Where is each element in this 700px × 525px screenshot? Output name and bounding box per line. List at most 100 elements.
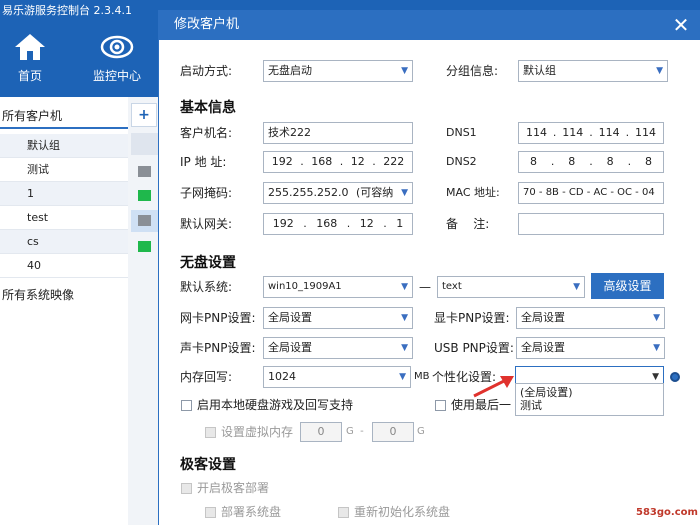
mem-writeback-value: 1024 [268,370,296,383]
pc-online-icon [138,190,151,201]
tree-all-images[interactable]: 所有系统映像 [0,283,128,307]
mac-input[interactable]: 70 - 8B - CD - AC - OC - 04 [518,182,664,204]
list-header [131,133,158,155]
virtual-mem-max-value: 0 [389,425,397,438]
tree-group-item[interactable]: test [0,206,128,230]
virtual-mem-checkbox[interactable] [205,427,216,438]
virtual-mem-max-input[interactable]: 0 [372,422,414,442]
subnet-select[interactable]: 255.255.252.0 (可容纳 ▼ [263,182,413,204]
boot-mode-label: 启动方式: [180,64,233,78]
local-disk-game-checkbox[interactable] [181,400,192,411]
gateway-label: 默认网关: [180,217,233,231]
eye-icon [100,35,134,59]
note-input[interactable] [518,213,664,235]
home-icon [15,34,45,60]
nav-monitor[interactable]: 监控中心 [88,32,146,90]
gpu-pnp-value: 全局设置 [521,311,565,324]
pc-offline-icon [138,215,151,226]
tree-group-item[interactable]: 默认组 [0,134,128,158]
note-label: 备 注: [446,217,490,231]
chevron-down-icon: ▼ [573,282,580,292]
mac-value: 70 - 8B - CD - AC - OC - 04 [523,187,655,198]
ip-input[interactable]: 192. 168. 12. 222 [263,151,413,173]
local-disk-game-label: 启用本地硬盘游戏及回写支持 [197,398,354,412]
ip-octet: 12 [359,217,374,230]
gateway-input[interactable]: 192. 168. 12. 1 [263,213,413,235]
gpu-pnp-select[interactable]: 全局设置 ▼ [516,307,665,329]
usb-pnp-select[interactable]: 全局设置 ▼ [516,337,665,359]
tree-group-item[interactable]: 1 [0,182,128,206]
dash-separator: — [419,280,431,294]
deploy-system-checkbox[interactable] [205,507,216,518]
system-extra-value: text [442,281,462,292]
group-select[interactable]: 默认组 ▼ [518,60,668,82]
enable-super-label: 开启极客部署 [197,481,270,495]
nic-pnp-label: 网卡PNP设置: [180,311,256,325]
ip-octet: 114 [598,126,620,139]
ip-dot: . [550,155,555,168]
virtual-mem-min-value: 0 [317,425,325,438]
tree-group-item[interactable]: 测试 [0,158,128,182]
group-value: 默认组 [523,64,556,77]
ip-dot: . [339,155,344,168]
nav-home[interactable]: 首页 [6,32,54,90]
client-name-input[interactable]: 技术222 [263,122,413,144]
ip-octet: 1 [396,217,404,230]
chevron-down-icon: ▼ [401,343,408,353]
audio-pnp-select[interactable]: 全局设置 ▼ [263,337,413,359]
ip-dot: . [625,126,630,139]
app-title: 易乐游服务控制台 2.3.4.1 [2,4,132,17]
ip-octet: 8 [644,155,652,168]
watermark: 583go.com [636,507,698,518]
subnet-suffix: (可容纳 [355,186,394,199]
ip-dot: . [303,217,307,230]
ip-dot: . [589,126,593,139]
ip-dot: . [383,217,387,230]
ip-dot: . [589,155,593,168]
tree-all-clients[interactable]: 所有客户机 [0,103,128,129]
nic-pnp-value: 全局设置 [268,311,312,324]
reinit-system-checkbox[interactable] [338,507,349,518]
pc-offline-icon [138,166,151,177]
dropdown-option[interactable]: 测试 [520,399,542,413]
use-last-checkbox[interactable] [435,400,446,411]
default-system-value: win10_1909A1 [268,281,342,292]
mem-writeback-select[interactable]: 1024 ▼ [263,366,411,388]
client-name-label: 客户机名: [180,126,233,140]
ip-octet: 8 [529,155,537,168]
use-last-label: 使用最后一 [451,398,512,412]
subnet-label: 子网掩码: [180,186,233,200]
info-dot-icon[interactable] [670,372,680,382]
dialog-title-bar: 修改客户机 [158,10,700,40]
advanced-settings-button[interactable]: 高级设置 [591,273,664,299]
subnet-value: 255.255.252.0 [268,186,349,199]
audio-pnp-value: 全局设置 [268,341,312,354]
virtual-mem-min-input[interactable]: 0 [300,422,342,442]
virtual-mem-sep: G - [346,426,364,437]
chevron-down-icon: ▼ [401,188,408,198]
chevron-down-icon: ▼ [401,282,408,292]
virtual-mem-label: 设置虚拟内存 [221,425,294,439]
ip-octet: 168 [316,217,338,230]
chevron-down-icon: ▼ [653,313,660,323]
system-extra-select[interactable]: text ▼ [437,276,585,298]
close-button[interactable]: ✕ [668,12,694,38]
dns1-input[interactable]: 114. 114. 114. 114 [518,122,664,144]
nav-monitor-label: 监控中心 [92,69,141,83]
ip-octet: 168 [311,155,333,168]
boot-mode-select[interactable]: 无盘启动 ▼ [263,60,413,82]
ip-octet: 192 [271,155,293,168]
tree-group-item[interactable]: 40 [0,254,128,278]
audio-pnp-label: 声卡PNP设置: [180,341,256,355]
dns2-input[interactable]: 8. 8. 8. 8 [518,151,664,173]
nic-pnp-select[interactable]: 全局设置 ▼ [263,307,413,329]
dns1-label: DNS1 [446,126,477,139]
default-system-select[interactable]: win10_1909A1 ▼ [263,276,413,298]
dropdown-option[interactable]: (全局设置) [520,386,573,400]
ip-dot: . [552,126,557,139]
add-client-button[interactable]: + [131,103,157,127]
chevron-down-icon: ▼ [401,66,408,76]
tree-group-item[interactable]: cs [0,230,128,254]
mac-label: MAC 地址: [446,186,500,199]
enable-super-checkbox[interactable] [181,483,192,494]
